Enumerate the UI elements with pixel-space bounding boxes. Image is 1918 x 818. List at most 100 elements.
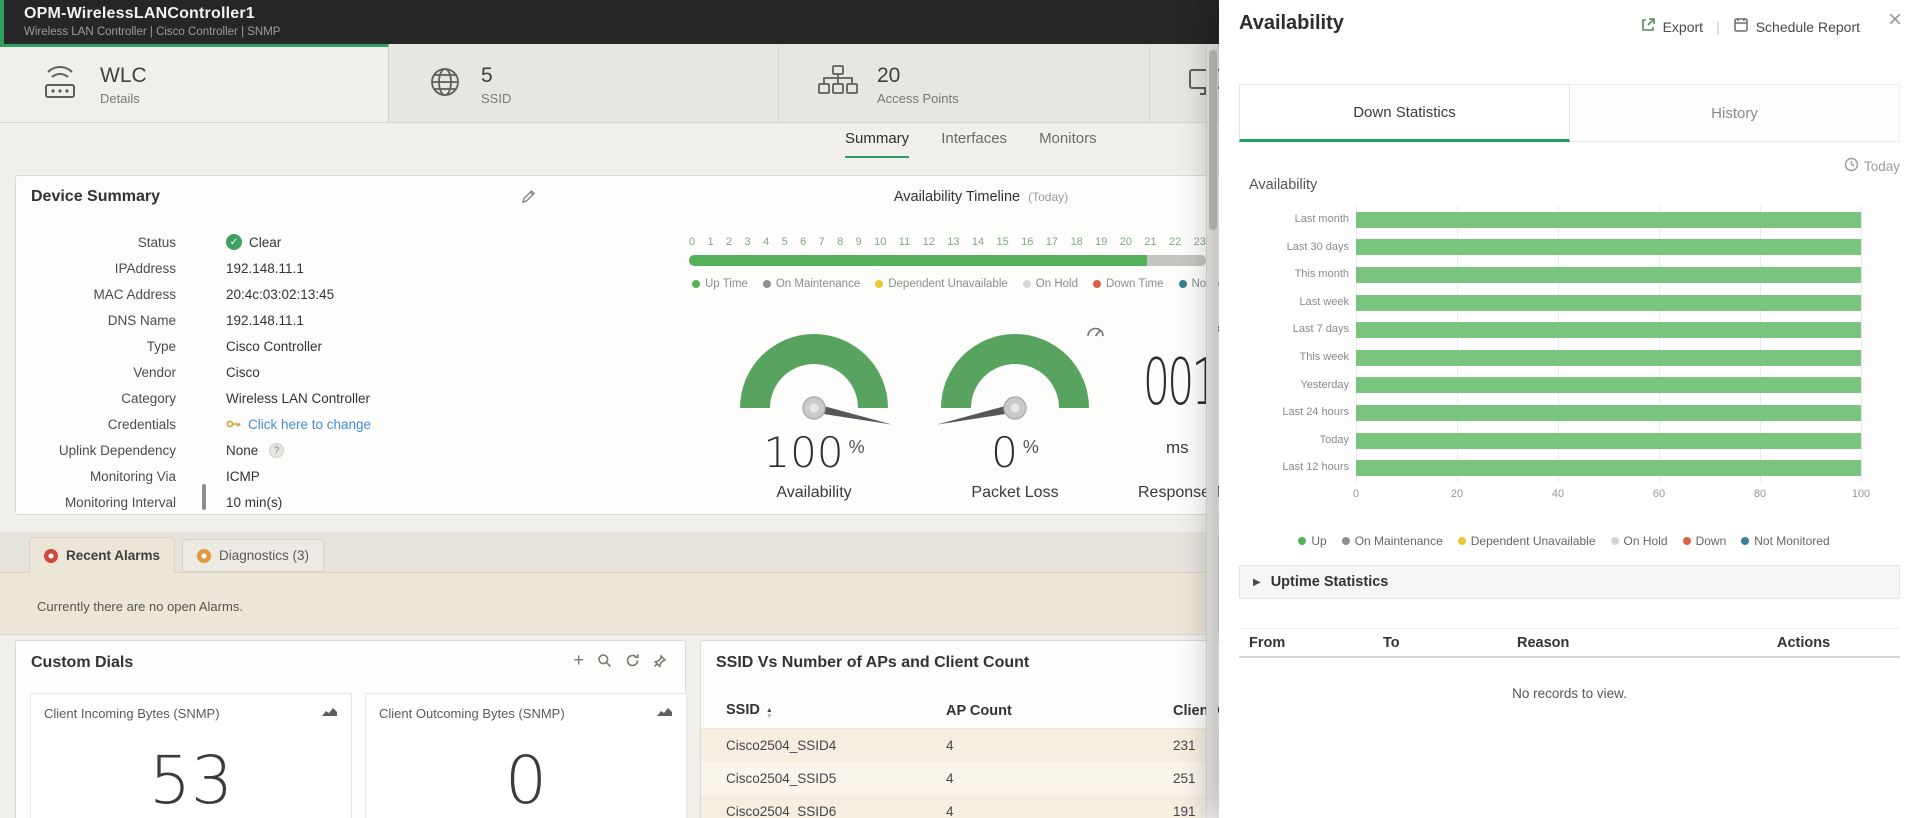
chart-bar[interactable] [1356, 433, 1861, 449]
card-ssid[interactable]: 5 SSID [389, 44, 779, 122]
timeline-hour-label: 5 [782, 236, 788, 248]
chart-bar[interactable] [1356, 267, 1861, 283]
card-wlc-details[interactable]: WLC Details [0, 44, 389, 122]
timeline-hour-label: 0 [689, 236, 695, 248]
packet-loss-gauge [927, 318, 1103, 414]
dial-value: 53 [31, 742, 351, 818]
dial-label: Client Outcoming Bytes (SNMP) [379, 706, 565, 721]
mini-chart-icon[interactable] [321, 704, 338, 722]
chart-bar[interactable] [1356, 322, 1861, 338]
chart-bar-row [1356, 289, 1861, 317]
field-value-text: 20:4c:03:02:13:45 [226, 287, 334, 302]
field-label: Vendor [16, 365, 176, 380]
chart-tick-label: 0 [1353, 488, 1359, 500]
chart-bar[interactable] [1356, 405, 1861, 421]
chart-bar-row [1356, 399, 1861, 427]
main-scrollbar[interactable] [1206, 44, 1218, 818]
card-access-points[interactable]: 20 Access Points [779, 44, 1150, 122]
records-table-header: From To Reason Actions [1239, 628, 1900, 658]
timeline-hour-label: 14 [972, 236, 984, 248]
summary-field-row: Status✓Clear [16, 229, 656, 255]
chart-bar[interactable] [1356, 212, 1861, 228]
timeline-hour-label: 19 [1095, 236, 1107, 248]
tab-down-statistics[interactable]: Down Statistics [1239, 84, 1570, 142]
field-value-text: Cisco [226, 365, 260, 380]
response-time-unit: ms [1166, 438, 1189, 458]
timeline-bar[interactable] [689, 255, 1206, 266]
legend-dot [763, 280, 771, 288]
tab-interfaces[interactable]: Interfaces [941, 130, 1007, 158]
field-label: IPAddress [16, 261, 176, 276]
metric-value: 100 [763, 428, 843, 477]
legend-item: On Maintenance [763, 278, 860, 290]
uptime-statistics-label: Uptime Statistics [1271, 574, 1389, 590]
legend-item: On Maintenance [1342, 534, 1443, 548]
chart-bar[interactable] [1356, 239, 1861, 255]
field-label: Credentials [16, 417, 176, 432]
edit-icon[interactable] [521, 189, 536, 204]
dial-client-outcoming-bytes: Client Outcoming Bytes (SNMP) 0 [365, 693, 687, 818]
chart-bar[interactable] [1356, 295, 1861, 311]
chart-bar-row [1356, 372, 1861, 400]
actions-separator: | [1716, 19, 1720, 35]
wifi-controller-icon [38, 63, 82, 106]
summary-field-row: Uplink DependencyNone? [16, 437, 656, 463]
legend-item: Dependent Unavailable [1458, 534, 1596, 548]
column-header-ap-count[interactable]: AP Count [946, 703, 1173, 719]
close-icon[interactable]: × [1888, 8, 1902, 32]
fields-scrollbar-thumb[interactable] [202, 484, 206, 510]
field-value: 20:4c:03:02:13:45 [226, 287, 334, 302]
chart-category-label: Last 7 days [1249, 316, 1349, 344]
scrollbar-thumb[interactable] [1209, 50, 1217, 230]
mini-chart-icon[interactable] [656, 704, 673, 722]
summary-field-row: Credentials Click here to change [16, 411, 656, 437]
export-button[interactable]: Export [1640, 17, 1703, 36]
device-summary-fields: Status✓ClearIPAddress192.148.11.1MAC Add… [16, 229, 656, 515]
refresh-icon[interactable] [625, 653, 640, 668]
field-value: ✓Clear [226, 234, 281, 250]
add-dial-icon[interactable]: + [573, 653, 584, 668]
ssid-table-title: SSID Vs Number of APs and Client Count [716, 654, 1029, 672]
search-icon[interactable] [597, 653, 612, 668]
access-points-icon [817, 63, 859, 106]
card-subtitle: Details [100, 91, 147, 106]
tab-label: Diagnostics (3) [219, 548, 309, 563]
legend-label: Up Time [705, 278, 748, 290]
tab-recent-alarms[interactable]: Recent Alarms [29, 537, 175, 573]
uptime-statistics-toggle[interactable]: ▶ Uptime Statistics [1239, 565, 1900, 599]
summary-field-row: Vendor Cisco [16, 359, 656, 385]
summary-field-row: DNS Name192.148.11.1 [16, 307, 656, 333]
column-header-to: To [1373, 635, 1507, 651]
field-label: Monitoring Via [16, 469, 176, 484]
today-button[interactable]: Today [1844, 157, 1900, 175]
availability-gauge-label: Availability [724, 484, 904, 502]
field-value-text: ICMP [226, 469, 260, 484]
tab-monitors[interactable]: Monitors [1039, 130, 1097, 158]
chart-bar[interactable] [1356, 350, 1861, 366]
timeline-title-text: Availability Timeline [894, 189, 1020, 205]
help-icon[interactable]: ? [269, 443, 284, 458]
legend-item: Down Time [1093, 278, 1164, 290]
pin-icon[interactable] [653, 654, 667, 668]
chart-tick-label: 60 [1653, 488, 1665, 500]
field-value: 10 min(s) [226, 495, 282, 510]
sort-icon[interactable]: ▲▼ [766, 708, 773, 720]
tab-diagnostics[interactable]: Diagnostics (3) [182, 539, 324, 572]
summary-field-row: Monitoring Via ICMP [16, 463, 656, 489]
tab-history[interactable]: History [1570, 84, 1900, 142]
sort-desc-icon: ▼ [766, 714, 773, 720]
timeline-hours: 01234567891011121314151617181920212223 [689, 236, 1206, 248]
table-cell: 4 [946, 804, 1173, 818]
chart-bar[interactable] [1356, 460, 1861, 476]
summary-subtabs: Summary Interfaces Monitors [845, 130, 1097, 158]
schedule-report-button[interactable]: Schedule Report [1733, 17, 1860, 36]
availability-timeline-title: Availability Timeline (Today) [716, 189, 1246, 205]
chart-bar[interactable] [1356, 377, 1861, 393]
credentials-change-link[interactable]: Click here to change [248, 417, 371, 432]
tab-summary[interactable]: Summary [845, 130, 909, 158]
chart-bar-row [1356, 454, 1861, 482]
column-header-ssid[interactable]: SSID▲▼ [726, 702, 946, 720]
legend-label: Dependent Unavailable [1471, 534, 1596, 548]
panel-chart-legend: UpOn MaintenanceDependent UnavailableOn … [1249, 534, 1879, 548]
device-summary-title: Device Summary [31, 188, 160, 206]
